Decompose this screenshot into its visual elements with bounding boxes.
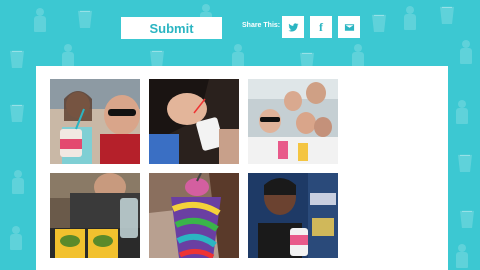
figure-decoration	[10, 226, 22, 250]
photo-image	[248, 173, 338, 258]
gallery-photo[interactable]	[248, 79, 338, 164]
photo-image	[248, 79, 338, 164]
cup-decoration	[10, 104, 24, 122]
email-icon	[344, 23, 354, 31]
share-facebook-button[interactable]: f	[310, 16, 332, 38]
gallery-photo[interactable]	[50, 173, 140, 258]
cup-decoration	[150, 50, 164, 68]
figure-decoration	[232, 44, 244, 68]
gallery-photo[interactable]	[248, 173, 338, 258]
facebook-icon: f	[319, 19, 323, 34]
share-twitter-button[interactable]	[282, 16, 304, 38]
figure-decoration	[62, 44, 74, 68]
figure-decoration	[34, 8, 46, 32]
cup-decoration	[10, 50, 24, 68]
cup-decoration	[372, 14, 386, 32]
twitter-icon	[287, 22, 299, 32]
photo-image	[50, 79, 140, 164]
gallery-photo[interactable]	[149, 79, 239, 164]
cup-decoration	[440, 6, 454, 24]
figure-decoration	[352, 44, 364, 68]
gallery-photo[interactable]	[149, 173, 239, 258]
share-label: Share This:	[242, 22, 281, 29]
figure-decoration	[456, 244, 468, 268]
figure-decoration	[12, 170, 24, 194]
photo-image	[149, 79, 239, 164]
cup-decoration	[458, 154, 472, 172]
share-email-button[interactable]	[338, 16, 360, 38]
photo-image	[50, 173, 140, 258]
photo-image	[149, 173, 239, 258]
gallery-photo[interactable]	[50, 79, 140, 164]
figure-decoration	[460, 40, 472, 64]
submit-button[interactable]: Submit	[121, 17, 222, 39]
cup-decoration	[460, 210, 474, 228]
figure-decoration	[404, 6, 416, 30]
photo-gallery-panel	[36, 66, 448, 270]
figure-decoration	[456, 100, 468, 124]
cup-decoration	[78, 10, 92, 28]
